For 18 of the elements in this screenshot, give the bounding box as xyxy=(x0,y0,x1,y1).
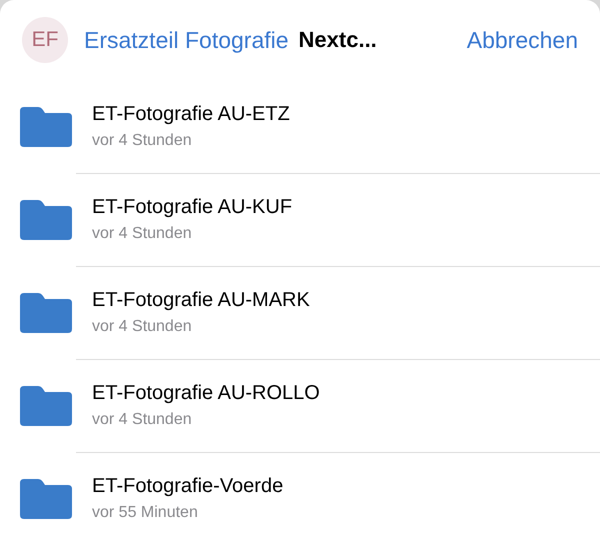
modified-time: vor 4 Stunden xyxy=(92,318,193,336)
folder-icon[interactable] xyxy=(20,200,72,240)
modified-time: vor 4 Stunden xyxy=(92,225,193,243)
modified-time: vor 4 Stunden xyxy=(92,411,193,429)
folder-name[interactable]: ET-Fotografie AU-ROLLO xyxy=(92,382,320,405)
folder-icon[interactable] xyxy=(20,386,72,426)
folder-name[interactable]: ET-Fotografie AU-KUF xyxy=(92,196,292,219)
folder-name[interactable]: ET-Fotografie AU-MARK xyxy=(92,289,310,312)
account-button[interactable]: Ersatzteil Fotografie xyxy=(84,26,289,54)
folder-icon[interactable] xyxy=(20,106,72,146)
folder-icon[interactable] xyxy=(20,478,72,518)
folder-name[interactable]: ET-Fotografie AU-ETZ xyxy=(92,103,290,126)
modified-time: vor 55 Minuten xyxy=(92,504,199,522)
folder-icon[interactable] xyxy=(20,292,72,332)
sheet-title: Nextc... xyxy=(298,27,377,53)
cancel-button[interactable]: Abbrechen xyxy=(466,26,578,54)
modified-time: vor 4 Stunden xyxy=(92,132,193,150)
folder-name[interactable]: ET-Fotografie-Voerde xyxy=(92,475,284,498)
